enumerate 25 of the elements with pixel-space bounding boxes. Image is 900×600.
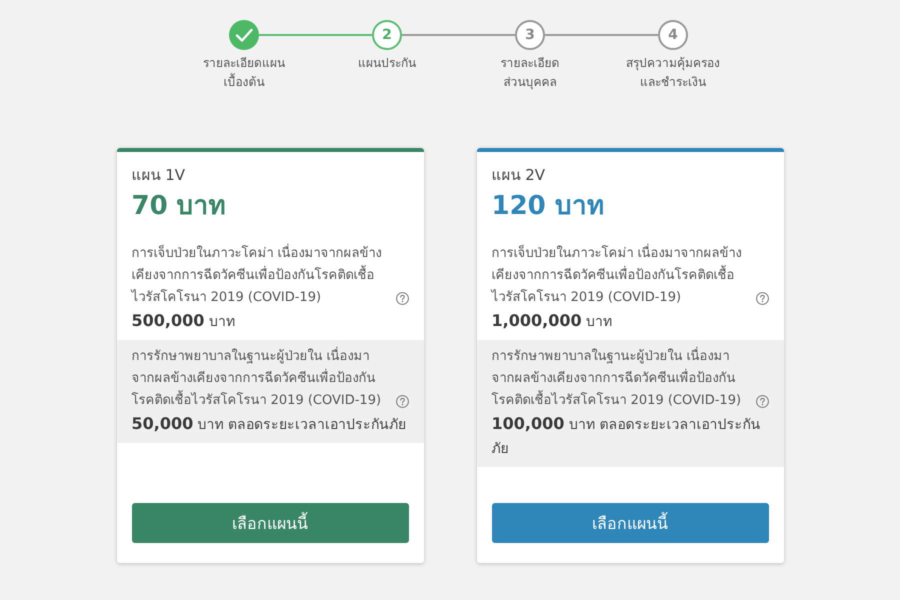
step-label: แผนประกัน xyxy=(358,55,416,72)
coverage-amount: 100,000 บาท ตลอดระยะเวลาเอาประกันภัย xyxy=(492,413,762,459)
help-icon[interactable] xyxy=(756,292,768,305)
select-plan-button[interactable]: เลือกแผนนี้ xyxy=(132,503,408,543)
coverage-description: การเจ็บป่วยในภาวะโคม่า เนื่องมาจากผลข้างเคียงจากการฉีดวัคซีนเพื่อป้องกันโรคติดเชื้อไวรัสโคโรนา 2019 (COVID-19) xyxy=(132,243,392,309)
plan-name: แผน 1V xyxy=(132,165,186,185)
step-label: รายละเอียด ส่วนบุคคล xyxy=(500,55,560,92)
plan-price: 120 บาท xyxy=(492,190,605,223)
coverage-amount: 50,000 บาท ตลอดระยะเวลาเอาประกันภัย xyxy=(132,413,408,435)
help-icon[interactable] xyxy=(396,292,408,305)
coverage-description: การรักษาพยาบาลในฐานะผู้ป่วยใน เนื่องมาจากผลข้างเคียงจากการฉีดวัคซีนเพื่อป้องกันโรคติดเชื้อไวรัสโคโรนา 2019 (COVID-19) xyxy=(492,346,752,412)
step-label: สรุปความคุ้มครอง และชำระเงิน xyxy=(626,55,720,91)
coverage-description: การรักษาพยาบาลในฐานะผู้ป่วยใน เนื่องมาจากผลข้างเคียงจากการฉีดวัคซีนเพื่อป้องกันโรคติดเชื้อไวรัสโคโรนา 2019 (COVID-19) xyxy=(132,346,392,412)
select-plan-button[interactable]: เลือกแผนนี้ xyxy=(492,503,768,543)
plan-name: แผน 2V xyxy=(492,165,546,185)
help-icon[interactable] xyxy=(756,395,768,408)
help-icon[interactable] xyxy=(396,395,408,408)
coverage-description: การเจ็บป่วยในภาวะโคม่า เนื่องมาจากผลข้างเคียงจากการฉีดวัคซีนเพื่อป้องกันโรคติดเชื้อไวรัสโคโรนา 2019 (COVID-19) xyxy=(492,243,752,309)
coverage-amount: 1,000,000 บาท xyxy=(492,310,614,332)
step-number: 4 xyxy=(658,20,688,50)
step-number: 2 xyxy=(372,20,402,50)
step-number: 3 xyxy=(515,20,545,50)
step-label: รายละเอียดแผน เบื้องต้น xyxy=(203,55,285,91)
plan-price: 70 บาท xyxy=(132,190,227,223)
coverage-amount: 500,000 บาท xyxy=(132,310,236,332)
